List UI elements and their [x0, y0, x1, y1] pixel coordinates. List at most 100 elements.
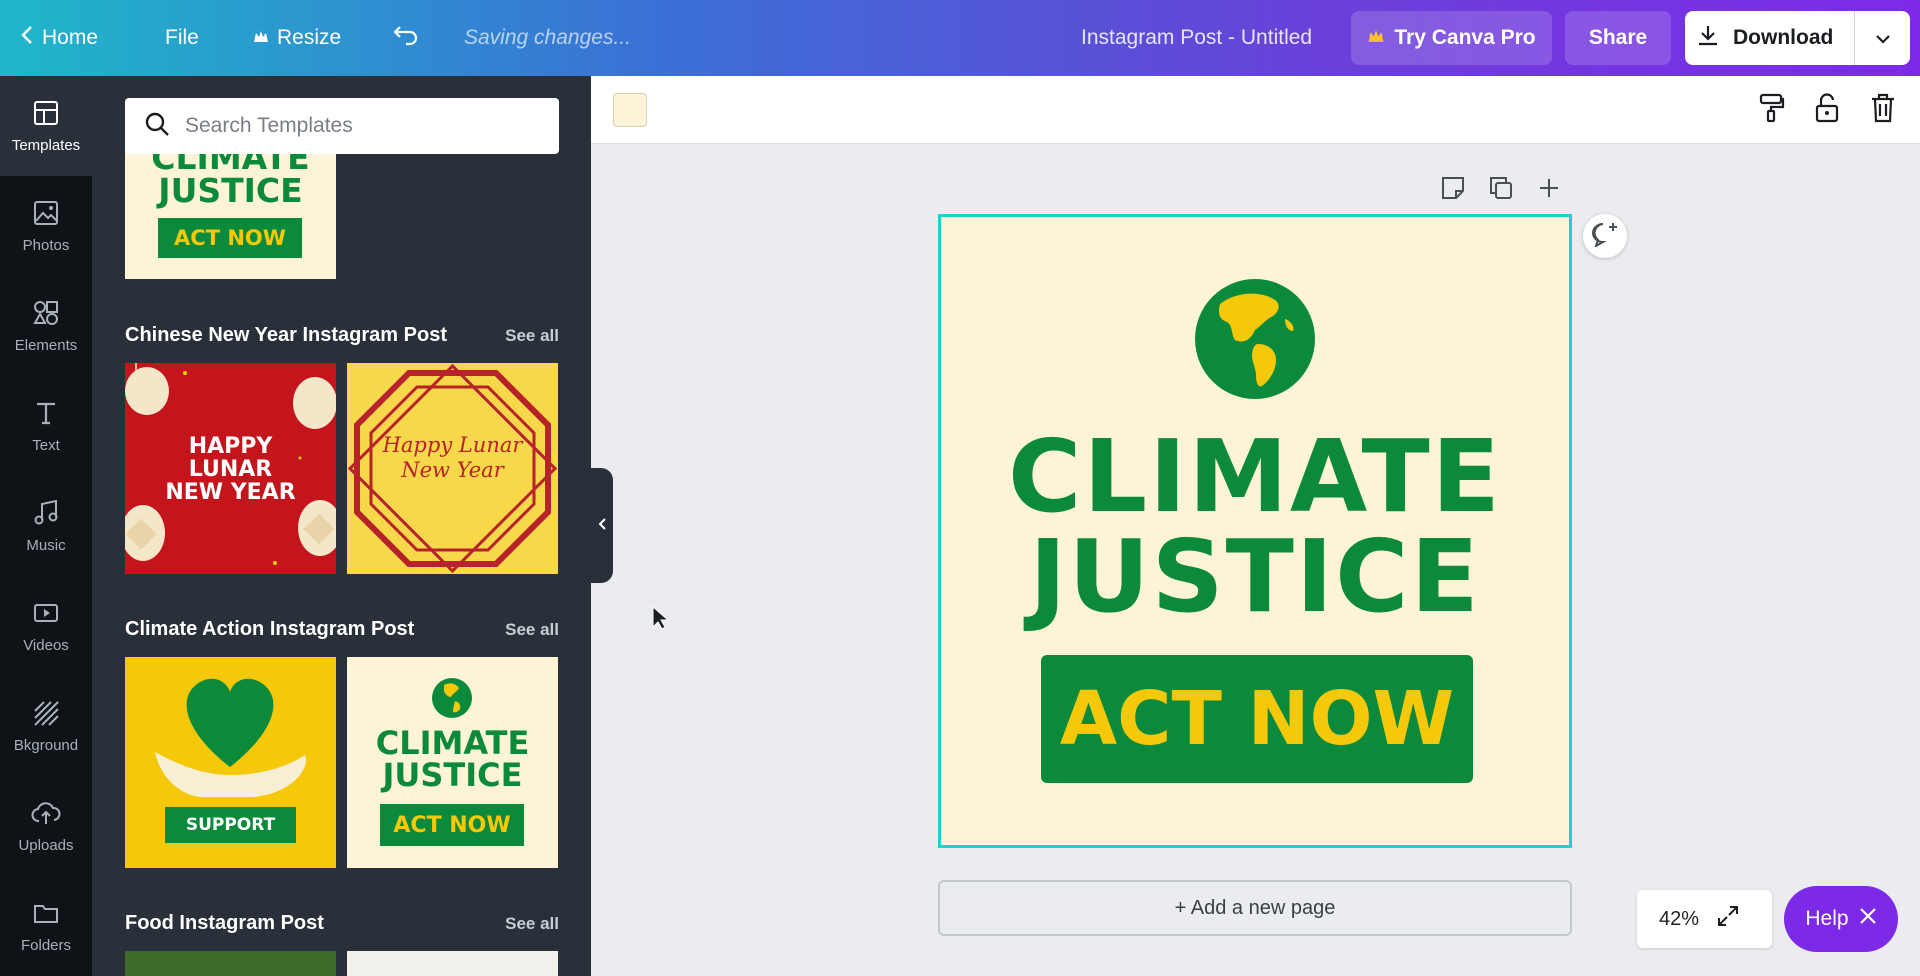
thumb-button: ACT NOW — [158, 218, 302, 258]
section-title: Food Instagram Post — [125, 912, 324, 934]
home-button[interactable]: Home — [20, 0, 98, 76]
rail-label: Photos — [22, 236, 70, 254]
templates-panel: CLIMATE JUSTICE ACT NOW Chinese New Year… — [92, 76, 591, 976]
rail-label: Videos — [23, 636, 69, 654]
thumb-button: ACT NOW — [380, 804, 524, 846]
document-title[interactable]: Instagram Post - Untitled — [1081, 0, 1312, 76]
text-icon — [32, 399, 60, 431]
photos-icon — [32, 199, 60, 231]
globe-icon[interactable] — [1190, 274, 1320, 404]
template-thumb-happy-lunar-new-year[interactable]: HAPPY LUNAR NEW YEAR — [125, 363, 336, 574]
background-icon — [32, 699, 60, 731]
lock-button[interactable] — [1810, 92, 1844, 127]
help-button[interactable]: Help — [1784, 886, 1898, 952]
see-all-link[interactable]: See all — [505, 326, 559, 346]
see-all-link[interactable]: See all — [505, 914, 559, 934]
chevron-left-icon — [20, 24, 34, 52]
share-button[interactable]: Share — [1565, 11, 1671, 65]
rail-item-folders[interactable]: Folders — [0, 876, 92, 976]
trash-icon — [1870, 93, 1896, 128]
thumb-text: JUSTICE — [158, 171, 303, 210]
rail-item-uploads[interactable]: Uploads — [0, 776, 92, 876]
download-label: Download — [1733, 26, 1834, 49]
rail-label: Elements — [14, 336, 78, 354]
search-templates[interactable] — [125, 98, 559, 154]
thumb-text: NEW YEAR — [165, 480, 296, 505]
zoom-control[interactable]: 42% — [1637, 890, 1772, 948]
crown-icon — [1367, 26, 1385, 50]
search-icon — [143, 110, 171, 143]
download-button[interactable]: Download — [1685, 11, 1910, 65]
section-title: Chinese New Year Instagram Post — [125, 324, 447, 346]
thumb-text: HAPPY — [188, 434, 273, 459]
thumb-button: SUPPORT — [165, 807, 296, 843]
template-thumb-food-2[interactable] — [347, 951, 558, 976]
thumb-text: Happy Lunar — [382, 433, 523, 457]
canvas-line-2[interactable]: JUSTICE — [941, 527, 1569, 627]
properties-toolbar — [591, 76, 1920, 144]
uploads-icon — [31, 799, 61, 831]
zoom-level[interactable]: 42% — [1659, 908, 1699, 931]
resize-label: Resize — [277, 26, 342, 49]
collapse-panel-button[interactable] — [591, 468, 613, 583]
rail-label: Templates — [11, 136, 81, 154]
template-thumb-happy-lunar-new-year-octagon[interactable]: Happy Lunar New Year — [347, 363, 558, 574]
background-color-swatch[interactable] — [613, 93, 647, 127]
crown-icon — [253, 26, 269, 50]
try-pro-label: Try Canva Pro — [1394, 26, 1536, 49]
resize-button[interactable]: Resize — [253, 0, 341, 76]
thumb-text: JUSTICE — [382, 756, 523, 794]
add-note-icon[interactable] — [1440, 175, 1466, 206]
paint-roller-icon — [1759, 93, 1785, 128]
templates-icon — [32, 99, 60, 131]
canvas-line-1[interactable]: CLIMATE — [941, 427, 1569, 527]
canvas-act-now-button[interactable]: ACT NOW — [1041, 655, 1473, 783]
file-menu-button[interactable]: File — [165, 0, 199, 76]
rail-label: Bkground — [13, 736, 79, 754]
close-icon[interactable] — [1859, 907, 1877, 931]
thumb-text: CLIMATE — [375, 724, 530, 762]
duplicate-page-icon[interactable] — [1488, 175, 1514, 206]
music-icon — [32, 499, 60, 531]
add-comment-button[interactable] — [1583, 214, 1627, 258]
template-thumb-support[interactable]: SUPPORT — [125, 657, 336, 868]
rail-item-elements[interactable]: Elements — [0, 276, 92, 376]
share-label: Share — [1588, 26, 1648, 49]
chevron-left-icon — [597, 515, 607, 536]
fullscreen-icon[interactable] — [1717, 905, 1739, 933]
file-label: File — [165, 26, 199, 49]
saving-status: Saving changes... — [464, 26, 631, 49]
template-thumb-food-1[interactable] — [125, 951, 336, 976]
design-canvas[interactable]: CLIMATE JUSTICE ACT NOW — [938, 214, 1572, 848]
add-page-icon[interactable] — [1536, 175, 1562, 206]
rail-item-music[interactable]: Music — [0, 476, 92, 576]
template-thumb-climate-justice-2[interactable]: CLIMATE JUSTICE ACT NOW — [347, 657, 558, 868]
delete-button[interactable] — [1866, 93, 1900, 127]
rail-label: Music — [26, 536, 66, 554]
template-thumb-climate-justice[interactable]: CLIMATE JUSTICE ACT NOW — [125, 143, 336, 279]
thumb-text: LUNAR — [188, 457, 273, 482]
rail-label: Text — [32, 436, 60, 454]
rail-item-photos[interactable]: Photos — [0, 176, 92, 276]
undo-button[interactable] — [392, 0, 420, 76]
download-options-button[interactable] — [1855, 11, 1910, 65]
comment-add-icon — [1591, 221, 1619, 252]
thumb-text: New Year — [401, 458, 504, 482]
rail-label: Uploads — [18, 836, 74, 854]
rail-label: Folders — [20, 936, 72, 954]
add-new-page-button[interactable]: + Add a new page — [938, 880, 1572, 936]
undo-icon — [392, 24, 420, 52]
rail-item-background[interactable]: Bkground — [0, 676, 92, 776]
elements-icon — [32, 299, 60, 331]
rail-item-templates[interactable]: Templates — [0, 76, 92, 176]
copy-style-button[interactable] — [1755, 93, 1789, 127]
side-rail: Templates Photos Elements Text Music Vid… — [0, 76, 92, 976]
folders-icon — [32, 899, 60, 931]
try-canva-pro-button[interactable]: Try Canva Pro — [1351, 11, 1552, 65]
rail-item-videos[interactable]: Videos — [0, 576, 92, 676]
search-input[interactable] — [185, 114, 525, 138]
help-label: Help — [1805, 907, 1849, 930]
top-bar: Home File Resize Saving changes... Insta… — [0, 0, 1920, 76]
see-all-link[interactable]: See all — [505, 620, 559, 640]
rail-item-text[interactable]: Text — [0, 376, 92, 476]
